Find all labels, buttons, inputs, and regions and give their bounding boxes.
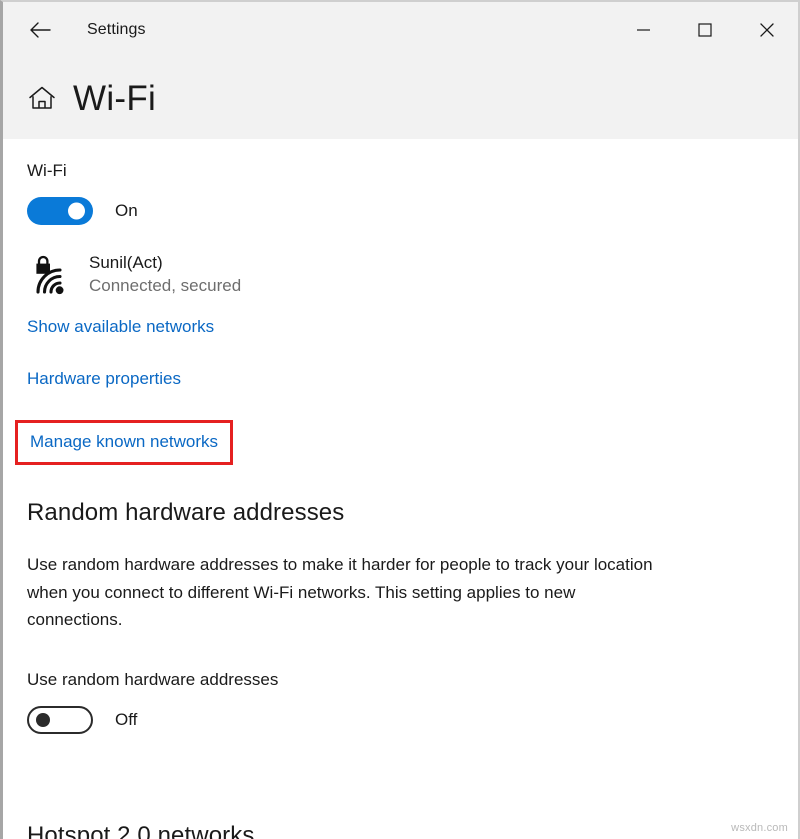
back-button[interactable] — [17, 11, 63, 49]
home-button[interactable] — [25, 81, 59, 115]
wifi-toggle-state: On — [115, 201, 138, 220]
show-available-networks-row: Show available networks — [27, 317, 798, 337]
maximize-button[interactable] — [674, 2, 736, 57]
window-controls — [612, 2, 798, 57]
toggle-knob — [36, 712, 50, 727]
hardware-properties-row: Hardware properties — [27, 369, 798, 389]
app-title: Settings — [87, 20, 146, 38]
wifi-secured-icon — [27, 251, 75, 299]
hardware-properties-link[interactable]: Hardware properties — [27, 369, 181, 389]
minimize-button[interactable] — [612, 2, 674, 57]
settings-content: Wi-Fi On Sunil(Act) Connected, secured S… — [3, 139, 798, 839]
random-hardware-heading: Random hardware addresses — [27, 499, 345, 527]
use-random-hardware-label: Use random hardware addresses — [27, 669, 279, 689]
wifi-toggle-row: On — [27, 197, 798, 225]
random-hardware-toggle[interactable] — [27, 705, 93, 734]
network-text: Sunil(Act) Connected, secured — [89, 252, 241, 298]
show-available-networks-link[interactable]: Show available networks — [27, 317, 214, 337]
watermark: wsxdn.com — [731, 822, 788, 834]
network-name: Sunil(Act) — [89, 253, 163, 273]
title-bar: Settings — [3, 2, 798, 57]
page-header: Wi-Fi — [3, 57, 798, 139]
network-status: Connected, secured — [89, 276, 242, 295]
maximize-icon — [698, 22, 712, 37]
manage-known-networks-link[interactable]: Manage known networks — [30, 432, 218, 452]
toggle-knob — [68, 202, 85, 220]
settings-window: Settings Wi-Fi Wi-Fi On Sunil(Act) Conne… — [0, 0, 800, 839]
manage-known-networks-row: Manage known networks — [15, 419, 798, 466]
wifi-section-label: Wi-Fi — [27, 161, 67, 180]
random-hardware-toggle-state: Off — [115, 709, 138, 729]
back-arrow-icon — [29, 21, 51, 39]
home-icon — [27, 84, 57, 112]
wifi-toggle[interactable] — [27, 197, 93, 225]
close-icon — [759, 22, 775, 38]
random-hardware-description: Use random hardware addresses to make it… — [27, 555, 653, 630]
random-hardware-toggle-row: Off — [27, 705, 798, 734]
connected-network-row[interactable]: Sunil(Act) Connected, secured — [27, 251, 798, 299]
highlight-annotation: Manage known networks — [15, 419, 234, 466]
close-button[interactable] — [736, 2, 798, 57]
page-title: Wi-Fi — [73, 78, 157, 118]
minimize-icon — [636, 24, 651, 36]
hotspot-heading: Hotspot 2.0 networks — [27, 822, 255, 839]
